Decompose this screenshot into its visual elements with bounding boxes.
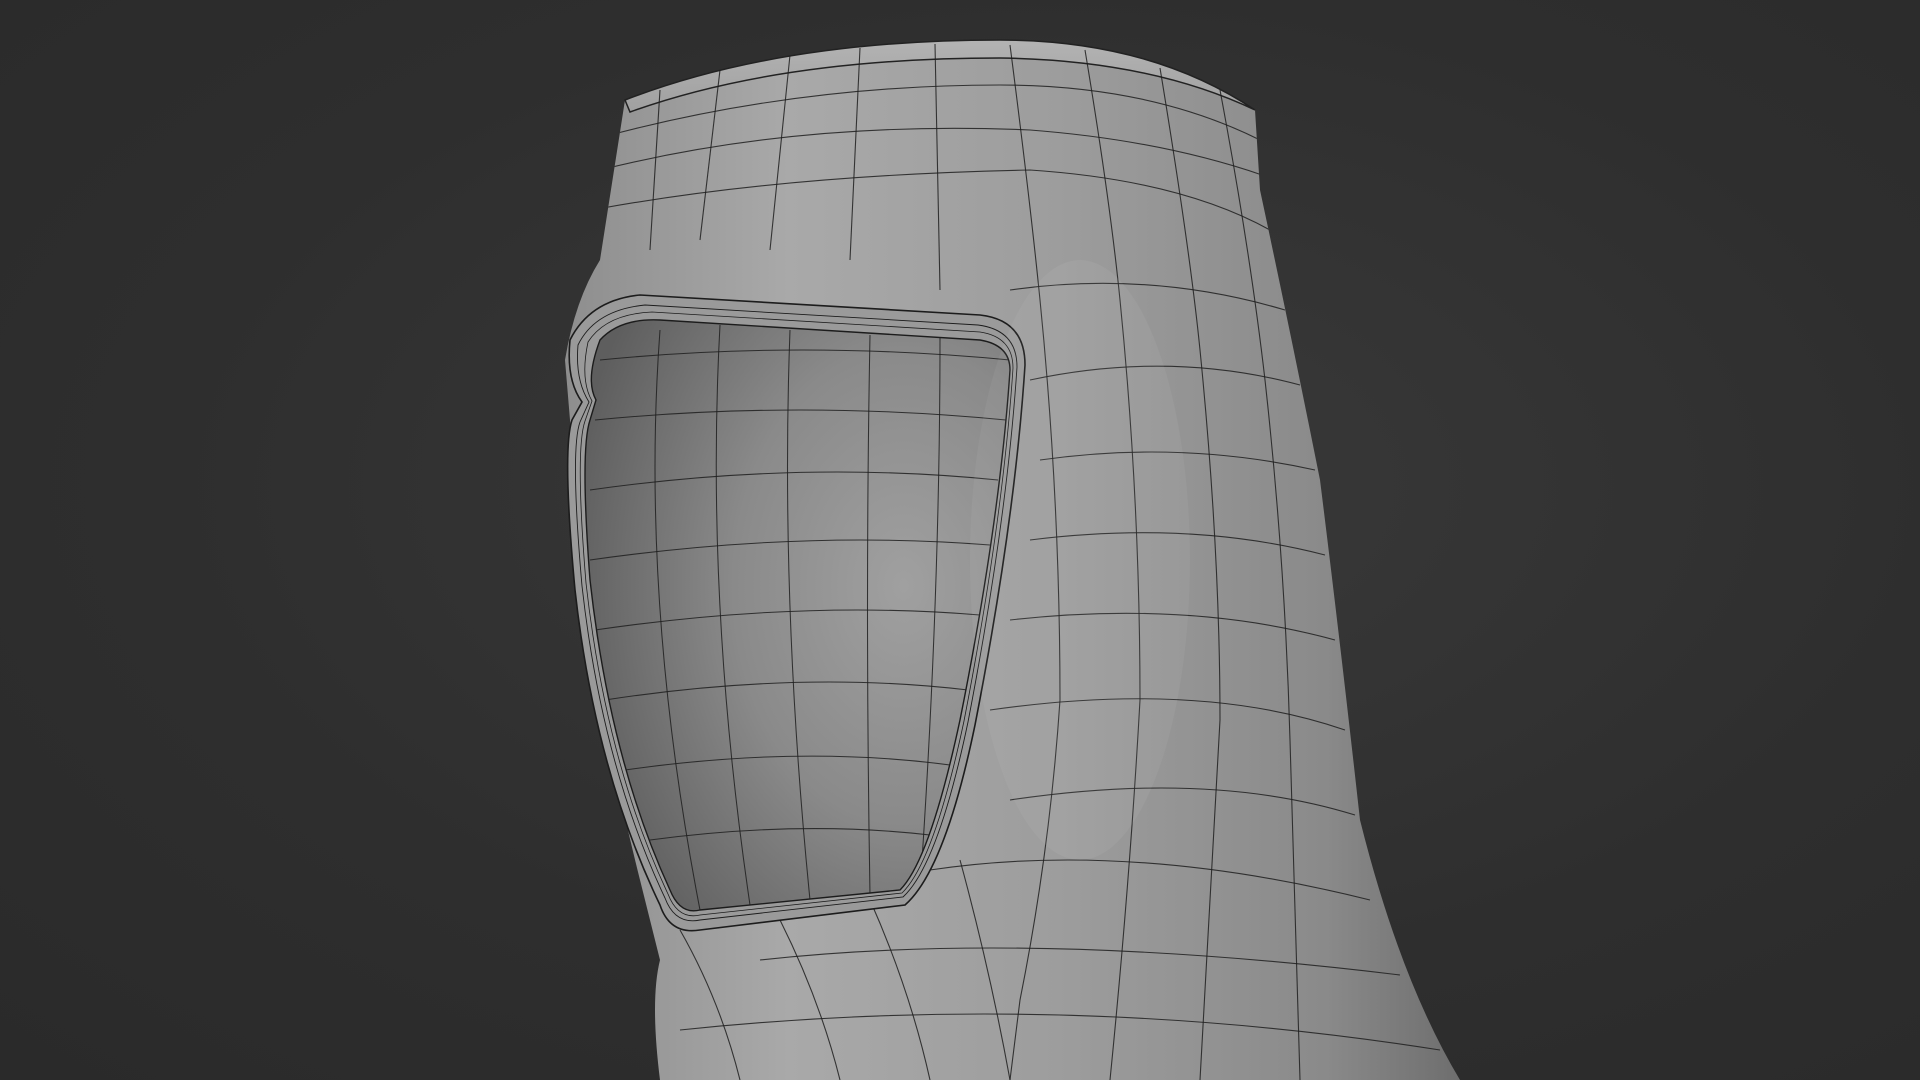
3d-viewport[interactable] <box>0 0 1920 1080</box>
viewport-canvas <box>565 39 1460 1080</box>
surface-highlight <box>970 260 1190 860</box>
